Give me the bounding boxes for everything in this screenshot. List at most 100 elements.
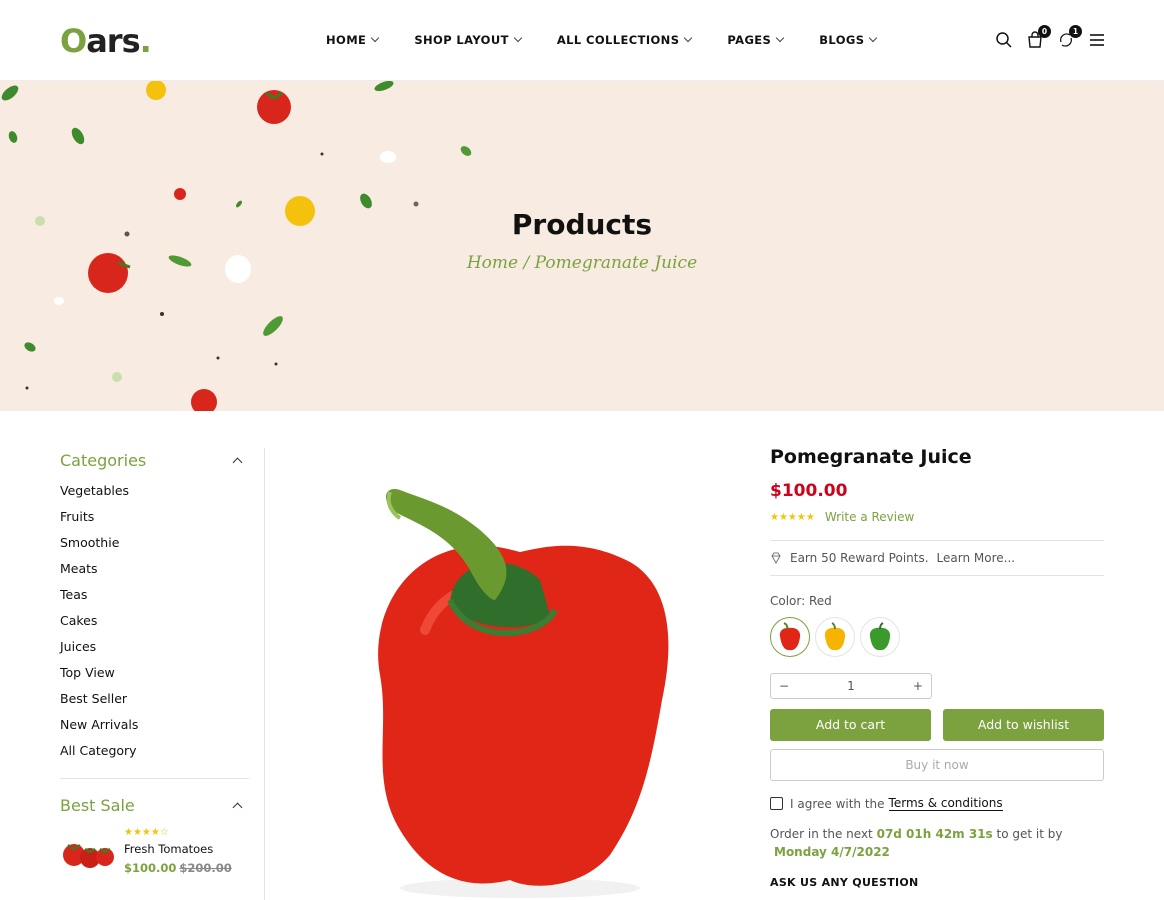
nav-home[interactable]: HOME [326, 33, 380, 47]
chevron-down-icon [869, 33, 878, 43]
best-sale-product[interactable]: ★★★★☆ Fresh Tomatoes $100.00 $200.00 [60, 827, 249, 875]
page-banner: Products Home / Pomegranate Juice [0, 81, 1164, 411]
compare-icon[interactable]: 1 [1056, 25, 1082, 50]
old-price: $200.00 [179, 861, 232, 875]
qty-increase-button[interactable]: + [913, 679, 923, 693]
category-item[interactable]: Juices [60, 634, 249, 660]
add-to-wishlist-button[interactable]: Add to wishlist [943, 709, 1104, 741]
buy-now-button[interactable]: Buy it now [770, 749, 1104, 781]
delivery-estimate: Order in the next 07d 01h 42m 31s to get… [770, 825, 1104, 861]
category-item[interactable]: New Arrivals [60, 712, 249, 738]
compare-count-badge: 1 [1069, 25, 1082, 38]
nav-pages-label: PAGES [727, 33, 772, 47]
rating-stars: ★★★★☆ [124, 827, 169, 838]
breadcrumb-home-link[interactable]: Home [467, 253, 518, 273]
tomatoes-thumbnail[interactable] [60, 827, 118, 875]
chevron-up-icon [232, 457, 243, 467]
chevron-down-icon [371, 33, 380, 43]
category-item[interactable]: Fruits [60, 504, 249, 530]
yellow-tomato-image [146, 81, 166, 100]
chevron-up-icon [232, 802, 243, 812]
category-list: Vegetables Fruits Smoothie Meats Teas Ca… [60, 478, 249, 764]
cart-icon[interactable]: 0 [1025, 25, 1051, 50]
best-sale-name[interactable]: Fresh Tomatoes [124, 842, 232, 856]
best-sale-title: Best Sale [60, 795, 135, 815]
write-review-link[interactable]: Write a Review [825, 510, 914, 524]
tomato-image [191, 389, 217, 411]
category-item[interactable]: Teas [60, 582, 249, 608]
delivery-date: Monday 4/7/2022 [774, 845, 890, 859]
qty-decrease-button[interactable]: − [779, 679, 789, 693]
tomato-image [257, 90, 291, 124]
nav-blogs-label: BLOGS [819, 33, 865, 47]
color-label: Color: Red [770, 594, 832, 608]
logo-text: ars [86, 22, 140, 60]
diamond-icon [770, 552, 782, 564]
product-title: Pomegranate Juice [770, 446, 972, 468]
nav-blogs[interactable]: BLOGS [819, 33, 878, 47]
sidebar-divider [60, 778, 249, 779]
action-buttons: Add to cart Add to wishlist [770, 709, 1104, 741]
swatch-red-pepper[interactable] [770, 617, 810, 657]
logo[interactable]: Oars. [60, 22, 152, 60]
breadcrumb-separator: / [518, 253, 535, 273]
best-sale-price: $100.00 $200.00 [124, 861, 232, 875]
nav-shop-layout[interactable]: SHOP LAYOUT [414, 33, 523, 47]
qty-input[interactable]: 1 [847, 679, 855, 693]
nav-all-collections-label: ALL COLLECTIONS [556, 33, 680, 47]
chevron-down-icon [513, 33, 523, 43]
header-actions: 0 1 [994, 25, 1118, 50]
tomato-image [174, 188, 186, 200]
categories-title: Categories [60, 450, 147, 470]
ask-question-link[interactable]: ASK US ANY QUESTION [770, 876, 1104, 889]
swatch-green-pepper[interactable] [860, 617, 900, 657]
rating-stars: ★★★★★ [770, 511, 815, 523]
nav-home-label: HOME [326, 33, 367, 47]
search-icon[interactable] [994, 30, 1014, 50]
site-header: Oars. HOME SHOP LAYOUT ALL COLLECTIONS P… [0, 0, 1164, 81]
swatch-yellow-pepper[interactable] [815, 617, 855, 657]
best-sale-info: ★★★★☆ Fresh Tomatoes $100.00 $200.00 [124, 827, 232, 875]
color-swatches [770, 617, 1104, 657]
product-main-image[interactable] [340, 470, 700, 900]
learn-more-link[interactable]: Learn More... [937, 551, 1016, 565]
page-title: Products [511, 208, 653, 241]
category-item[interactable]: Meats [60, 556, 249, 582]
chevron-down-icon [776, 33, 785, 43]
product-price: $100.00 [770, 481, 848, 501]
menu-icon[interactable] [1087, 30, 1107, 50]
category-item[interactable]: Best Seller [60, 686, 249, 712]
divider [770, 575, 1104, 576]
category-item[interactable]: Top View [60, 660, 249, 686]
nav-all-collections[interactable]: ALL COLLECTIONS [556, 33, 693, 47]
terms-checkbox[interactable] [770, 797, 783, 810]
logo-mark: O [60, 22, 87, 60]
current-price: $100.00 [124, 861, 177, 875]
category-item[interactable]: Vegetables [60, 478, 249, 504]
cart-count-badge: 0 [1038, 25, 1051, 38]
category-item[interactable]: Smoothie [60, 530, 249, 556]
add-to-cart-button[interactable]: Add to cart [770, 709, 931, 741]
category-item[interactable]: All Category [60, 738, 249, 764]
order-suffix: to get it by [996, 827, 1063, 841]
best-sale-header[interactable]: Best Sale [60, 791, 249, 819]
chevron-down-icon [684, 33, 693, 43]
product-details: Pomegranate Juice $100.00 ★★★★★ Write a … [770, 446, 1104, 889]
agree-text: I agree with the [790, 796, 885, 811]
terms-link[interactable]: Terms & conditions [888, 796, 1003, 811]
breadcrumb: Home / Pomegranate Juice [0, 253, 1164, 273]
nav-pages[interactable]: PAGES [727, 33, 785, 47]
categories-header[interactable]: Categories [60, 446, 249, 474]
terms-agreement: I agree with the Terms & conditions [770, 796, 1104, 811]
category-item[interactable]: Cakes [60, 608, 249, 634]
sidebar-vertical-divider [264, 448, 265, 900]
quantity-stepper: − 1 + [770, 673, 932, 699]
sidebar: Categories Vegetables Fruits Smoothie Me… [60, 446, 249, 875]
review-row: ★★★★★ Write a Review [770, 510, 1104, 524]
main-nav: HOME SHOP LAYOUT ALL COLLECTIONS PAGES B… [326, 33, 912, 47]
logo-dot: . [139, 22, 152, 60]
breadcrumb-current: Pomegranate Juice [534, 253, 698, 273]
banner-decoration [1, 81, 472, 411]
nav-shop-layout-label: SHOP LAYOUT [414, 33, 509, 47]
countdown-timer: 07d 01h 42m 31s [876, 827, 993, 841]
